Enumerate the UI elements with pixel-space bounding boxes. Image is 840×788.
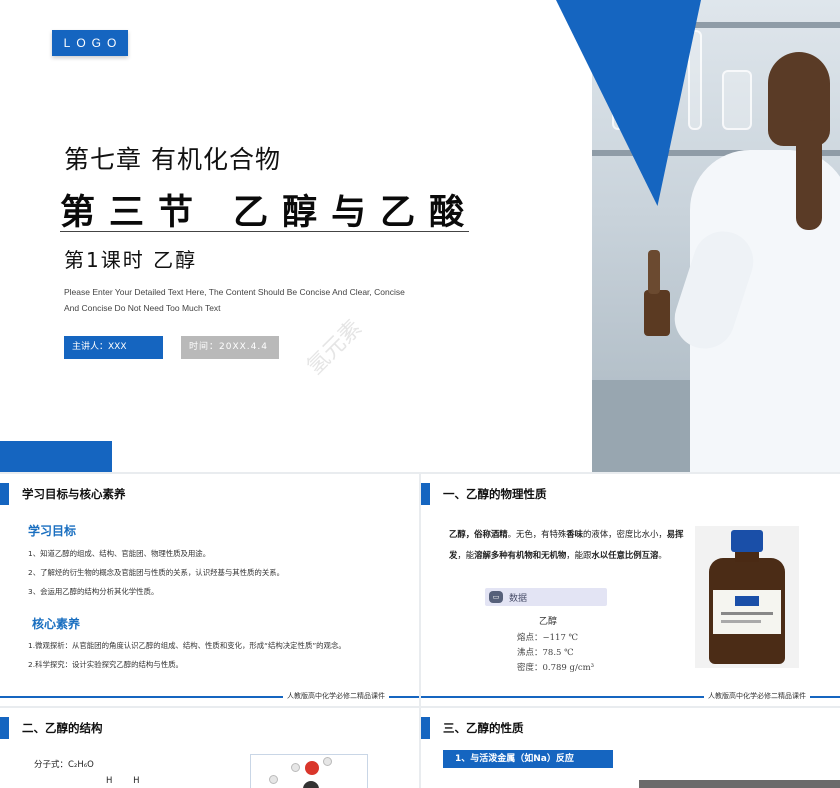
- text: 的液体，密度比水小，: [583, 529, 667, 539]
- goals-title: 学习目标: [28, 524, 77, 538]
- goal-item: 3、会运用乙醇的结构分析其化学性质。: [28, 587, 159, 596]
- slide-heading: 二、乙醇的结构: [22, 721, 103, 735]
- props-title: 乙醇: [539, 617, 558, 627]
- slide-physical-properties[interactable]: 一、乙醇的物理性质 乙醇，俗称酒精。无色，有特殊香味的液体，密度比水小，易挥发，…: [421, 474, 840, 706]
- footer-text: 人教版高中化学必修二精品课件: [704, 691, 810, 701]
- goal-item: 2、了解烃的衍生物的概念及官能团与性质的关系，认识羟基与其性质的关系。: [28, 568, 284, 577]
- data-tag: ▭ 数据: [485, 588, 607, 606]
- subsection-label: 1、与活泼金属（如Na）反应: [443, 750, 613, 768]
- speaker-badge: 主讲人：XXX: [64, 336, 163, 359]
- chapter-title: 第七章 有机化合物: [64, 145, 281, 174]
- ball-stick-model: [250, 754, 368, 788]
- description-line-1: Please Enter Your Detailed Text Here, Th…: [64, 287, 405, 297]
- ethanol-bottle-image: [695, 526, 799, 668]
- core-title: 核心素养: [32, 617, 81, 631]
- text-bold: 水以任意比例互溶: [591, 550, 659, 560]
- heading-marker: [0, 717, 9, 739]
- properties-text: 乙醇，俗称酒精。无色，有特殊香味的液体，密度比水小，易挥发，能溶解多种有机物和无…: [449, 524, 687, 566]
- data-icon: ▭: [489, 591, 503, 603]
- goal-item: 1、知道乙醇的组成、结构、官能团、物理性质及用途。: [28, 549, 211, 558]
- logo: LOGO: [52, 30, 128, 56]
- text: ，能: [457, 550, 475, 560]
- lesson-title: 第1课时 乙醇: [64, 248, 198, 272]
- title-slide[interactable]: LOGO 第七章 有机化合物 第三节 乙醇与乙酸 第1课时 乙醇 Please …: [0, 0, 840, 472]
- text-bold: 溶解多种有机物和无机物: [474, 550, 567, 560]
- description-line-2: And Concise Do Not Need Too Much Text: [64, 303, 221, 313]
- text: 。: [658, 550, 667, 560]
- section-title: 第三节 乙醇与乙酸: [60, 193, 479, 233]
- prop-boiling-point: 沸点：78.5 ℃: [517, 648, 574, 658]
- watermark: 氢元素: [302, 315, 367, 380]
- image-strip: [639, 780, 840, 788]
- text: ，能跟: [566, 550, 592, 560]
- slide-learning-goals[interactable]: 学习目标与核心素养 学习目标 1、知道乙醇的组成、结构、官能团、物理性质及用途。…: [0, 474, 419, 706]
- text-bold: 乙醇，俗称酒精: [449, 529, 508, 539]
- footer-text: 人教版高中化学必修二精品课件: [283, 691, 389, 701]
- heading-marker: [0, 483, 9, 505]
- core-item: 2.科学探究：设计实验探究乙醇的结构与性质。: [28, 660, 183, 669]
- corner-block: [0, 441, 112, 472]
- text: 。无色，有特殊: [507, 529, 567, 539]
- time-badge: 时间：20XX.4.4: [181, 336, 279, 359]
- prop-melting-point: 熔点：−117 ℃: [517, 633, 579, 643]
- slide-heading: 三、乙醇的性质: [443, 721, 524, 735]
- slide-structure[interactable]: 二、乙醇的结构 分子式：C₂H₆O H H: [0, 708, 419, 788]
- prop-density: 密度：0.789 g/cm³: [517, 663, 595, 673]
- text-bold: 香味: [566, 529, 583, 539]
- structural-formula-row: H H: [106, 776, 149, 786]
- slide-heading: 学习目标与核心素养: [22, 487, 126, 501]
- slide-chemical-properties[interactable]: 三、乙醇的性质 1、与活泼金属（如Na）反应: [421, 708, 840, 788]
- core-item: 1.微观探析：从官能团的角度认识乙醇的组成、结构、性质和变化，形成“结构决定性质…: [28, 641, 346, 650]
- heading-marker: [421, 717, 430, 739]
- heading-marker: [421, 483, 430, 505]
- data-label: 数据: [509, 594, 528, 604]
- molecular-formula: 分子式：C₂H₆O: [34, 760, 94, 770]
- slide-heading: 一、乙醇的物理性质: [443, 487, 547, 501]
- description: Please Enter Your Detailed Text Here, Th…: [64, 284, 454, 316]
- title-divider: [60, 231, 469, 232]
